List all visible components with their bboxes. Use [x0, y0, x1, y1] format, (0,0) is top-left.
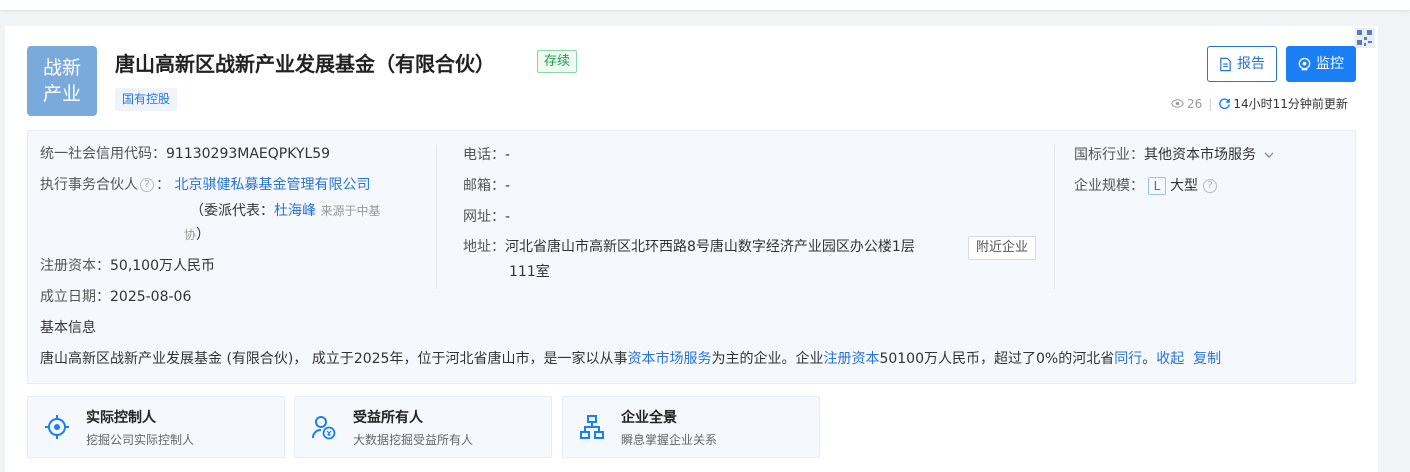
feature-card-actual-controller[interactable]: 实际控制人 挖掘公司实际控制人: [27, 396, 285, 458]
founded-row: 成立日期：2025-08-06: [40, 287, 191, 307]
delegate-link[interactable]: 杜海峰: [274, 203, 316, 219]
feature-desc: 瞬息掌握企业关系: [621, 433, 718, 447]
nearby-companies-button[interactable]: 附近企业: [968, 236, 1037, 260]
founded-value: 2025-08-06: [110, 289, 192, 305]
phone-value: -: [505, 147, 511, 163]
monitor-eye-icon: [1298, 57, 1311, 70]
industry-link[interactable]: 资本市场服务: [627, 351, 711, 367]
help-icon[interactable]: ?: [1203, 179, 1217, 193]
feature-title: 受益所有人: [353, 410, 423, 426]
feature-card-panorama[interactable]: 企业全景 瞬息掌握企业关系: [562, 396, 820, 458]
website-label: 网址：: [463, 209, 505, 225]
delegate-row: （委派代表：杜海峰 来源于中基: [190, 201, 380, 221]
monitor-button[interactable]: 监控: [1286, 46, 1356, 82]
delegate-source: 来源于中基: [320, 204, 381, 218]
logo-line-2: 产业: [42, 83, 81, 105]
industry-label: 国标行业：: [1074, 147, 1144, 163]
feature-desc: 挖掘公司实际控制人: [86, 433, 195, 447]
chevron-down-icon[interactable]: [1263, 149, 1275, 161]
partner-link[interactable]: 北京骐健私募基金管理有限公司: [174, 177, 370, 193]
meta-row: 26 | 14小时11分钟前更新: [1171, 95, 1348, 112]
company-header-card: 战新 产业 唐山高新区战新产业发展基金（有限合伙） 存续 国有控股 报告 监控 …: [5, 26, 1378, 472]
partner-label: 执行事务合伙人: [40, 177, 138, 193]
scale-value: 大型: [1170, 178, 1198, 194]
feature-desc: 大数据挖掘受益所有人: [353, 433, 474, 447]
summary-text: 为主的企业。企业: [711, 351, 824, 367]
industry-row: 国标行业：其他资本市场服务: [1074, 145, 1275, 165]
founded-label: 成立日期：: [40, 289, 110, 305]
delegate-suffix: ）: [196, 227, 211, 243]
delegate-prefix: （委派代表：: [190, 203, 274, 219]
partner-colon: ：: [156, 177, 170, 193]
status-badge: 存续: [537, 50, 578, 73]
monitor-button-label: 监控: [1316, 56, 1344, 72]
feature-title: 实际控制人: [86, 410, 156, 426]
help-icon[interactable]: ?: [140, 178, 154, 192]
meta-divider: |: [1208, 96, 1213, 111]
top-bar: [0, 0, 1410, 10]
update-time-text: 14小时11分钟前更新: [1233, 97, 1348, 111]
beneficiary-icon: [312, 416, 336, 440]
address-label: 地址：: [463, 239, 505, 255]
address-value-cont[interactable]: 111室: [509, 264, 550, 280]
address-row: 地址：河北省唐山市高新区北环西路8号唐山数字经济产业园区办公楼1层: [463, 237, 915, 257]
capital-value: 50,100万人民币: [110, 258, 215, 274]
summary-text: 。: [1142, 351, 1157, 367]
copy-link[interactable]: 复制: [1193, 351, 1221, 367]
ownership-tag[interactable]: 国有控股: [115, 88, 178, 111]
summary-text: 50100万人民币，超过了0%的河北省: [879, 351, 1115, 367]
column-divider: [436, 145, 437, 289]
company-logo: 战新 产业: [27, 46, 97, 116]
phone-label: 电话：: [463, 147, 505, 163]
feature-title: 企业全景: [621, 410, 677, 426]
credit-code-value[interactable]: 91130293MAEQPKYL59: [166, 146, 330, 162]
view-count: 26: [1187, 96, 1203, 111]
basic-info-box: 统一社会信用代码：91130293MAEQPKYL59 执行事务合伙人?： 北京…: [27, 130, 1356, 384]
capital-label: 注册资本：: [40, 258, 110, 274]
refresh-icon: [1219, 98, 1231, 110]
target-icon: [45, 415, 69, 439]
column-divider: [1054, 145, 1055, 289]
delegate-source-tail: 协: [184, 228, 197, 242]
eye-icon: [1171, 99, 1184, 108]
partner-row: 执行事务合伙人?： 北京骐健私募基金管理有限公司: [40, 175, 370, 195]
feature-card-beneficiary[interactable]: 受益所有人 大数据挖掘受益所有人: [294, 396, 552, 458]
scale-code-badge: L: [1148, 177, 1166, 195]
report-button-label: 报告: [1237, 56, 1265, 72]
document-icon: [1220, 57, 1231, 71]
email-label: 邮箱：: [463, 178, 505, 194]
summary-text: 唐山高新区战新产业发展基金 (有限合伙)， 成立于2025年，位于河北省唐山市，…: [40, 351, 628, 367]
capital-link[interactable]: 注册资本: [823, 351, 879, 367]
credit-code-label: 统一社会信用代码：: [40, 146, 166, 162]
capital-row: 注册资本：50,100万人民币: [40, 256, 215, 276]
company-name: 唐山高新区战新产业发展基金（有限合伙）: [115, 52, 495, 76]
scale-row: 企业规模： L 大型?: [1074, 176, 1219, 196]
company-summary: 唐山高新区战新产业发展基金 (有限合伙)， 成立于2025年，位于河北省唐山市，…: [40, 349, 1221, 369]
website-row: 网址：-: [463, 207, 510, 227]
scale-label: 企业规模：: [1074, 178, 1144, 194]
phone-row: 电话：-: [463, 145, 510, 165]
email-value: -: [505, 178, 511, 194]
report-button[interactable]: 报告: [1207, 46, 1277, 82]
org-chart-icon: [580, 415, 604, 439]
address-value[interactable]: 河北省唐山市高新区北环西路8号唐山数字经济产业园区办公楼1层: [505, 239, 915, 255]
logo-line-1: 战新: [42, 57, 81, 79]
website-value: -: [505, 209, 511, 225]
peers-link[interactable]: 同行: [1114, 351, 1142, 367]
industry-value[interactable]: 其他资本市场服务: [1144, 147, 1256, 163]
email-row: 邮箱：-: [463, 176, 510, 196]
address-row-2: 111室: [509, 262, 550, 282]
basic-info-title: 基本信息: [40, 320, 96, 336]
collapse-link[interactable]: 收起: [1156, 351, 1184, 367]
update-time[interactable]: 14小时11分钟前更新: [1218, 95, 1348, 112]
credit-code-row: 统一社会信用代码：91130293MAEQPKYL59: [40, 144, 330, 164]
delegate-row-2: 协）: [184, 225, 210, 245]
